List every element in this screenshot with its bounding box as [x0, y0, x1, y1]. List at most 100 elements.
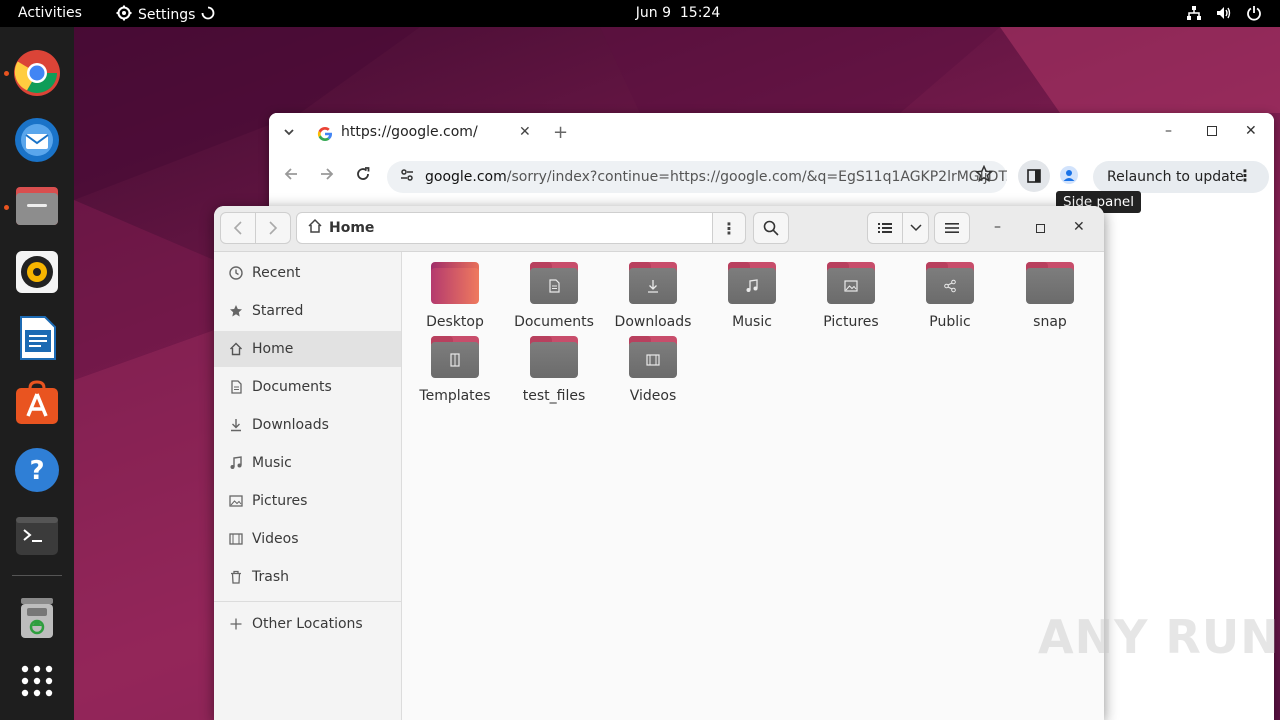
folder-music[interactable]: Music: [704, 262, 800, 332]
trash-icon: [21, 598, 53, 638]
system-tray[interactable]: [1186, 5, 1262, 25]
ubuntu-software-icon: [16, 380, 58, 424]
close-tab-icon[interactable]: ✕: [519, 124, 531, 140]
folder-label: Music: [732, 314, 772, 330]
snap-folder-icon: [1026, 262, 1074, 304]
folder-pictures[interactable]: Pictures: [803, 262, 899, 332]
terminal-launcher[interactable]: [13, 512, 61, 560]
writer-launcher[interactable]: [13, 314, 61, 362]
app-grid-icon: [21, 665, 53, 697]
files-icon: [16, 187, 58, 225]
sidebar-item-label: Downloads: [252, 417, 329, 433]
path-bar[interactable]: Home: [296, 212, 746, 244]
new-tab-icon[interactable]: +: [553, 122, 568, 143]
show-applications-button[interactable]: [13, 657, 61, 705]
sidebar-item-label: Music: [252, 455, 292, 471]
maximize-icon[interactable]: [1207, 126, 1217, 136]
relaunch-button[interactable]: Relaunch to update ⋮: [1093, 161, 1269, 193]
picture-icon: [228, 493, 244, 509]
folder-snap[interactable]: snap: [1002, 262, 1098, 332]
menu-kebab-icon[interactable]: ⋮: [1237, 166, 1253, 185]
view-options-button[interactable]: [902, 212, 929, 244]
sidebar-item-trash[interactable]: Trash: [214, 559, 401, 595]
sidebar-item-other-locations[interactable]: Other Locations: [214, 606, 401, 642]
running-indicator: [4, 71, 9, 76]
folder-public[interactable]: Public: [902, 262, 998, 332]
back-icon[interactable]: [283, 166, 299, 186]
sidebar-item-home[interactable]: Home: [214, 331, 401, 367]
trash-icon: [228, 569, 244, 585]
folder-downloads[interactable]: Downloads: [605, 262, 701, 332]
main-menu-button[interactable]: [934, 212, 970, 244]
minimize-icon[interactable]: –: [994, 219, 1001, 235]
search-button[interactable]: [753, 212, 789, 244]
sidebar-item-recent[interactable]: Recent: [214, 255, 401, 291]
videos-folder-icon: [629, 336, 677, 378]
music-folder-icon: [728, 262, 776, 304]
close-window-icon[interactable]: ✕: [1073, 219, 1085, 235]
sidebar-item-documents[interactable]: Documents: [214, 369, 401, 405]
browser-tab[interactable]: https://google.com/ ✕: [307, 119, 545, 149]
folder-label: test_files: [522, 388, 586, 404]
clock-date: Jun 9: [635, 5, 671, 21]
thunderbird-launcher[interactable]: [13, 115, 61, 163]
tab-search-icon[interactable]: [283, 126, 295, 142]
trash-launcher[interactable]: [13, 594, 61, 642]
close-window-icon[interactable]: ✕: [1245, 123, 1257, 139]
sidebar-item-starred[interactable]: Starred: [214, 293, 401, 329]
folder-videos[interactable]: Videos: [605, 336, 701, 406]
sidebar-item-pictures[interactable]: Pictures: [214, 483, 401, 519]
path-menu-button[interactable]: ⋮: [712, 212, 746, 244]
folder-label: Templates: [419, 388, 491, 404]
help-launcher[interactable]: ?: [13, 446, 61, 494]
top-bar: Activities Settings Jun 9 15:24: [0, 0, 1280, 27]
home-icon: [307, 218, 323, 238]
tab-title: https://google.com/: [341, 124, 478, 140]
sidebar-item-label: Home: [252, 341, 294, 357]
folder-templates[interactable]: Templates: [407, 336, 503, 406]
side-panel-button[interactable]: [1018, 160, 1050, 192]
files-launcher[interactable]: [13, 182, 61, 230]
google-favicon-icon: [317, 126, 333, 146]
forward-button[interactable]: [255, 212, 291, 244]
folder-documents[interactable]: Documents: [506, 262, 602, 332]
maximize-icon[interactable]: [1036, 224, 1045, 233]
test-files-folder-icon: [530, 336, 578, 378]
sidebar-divider: [214, 601, 401, 602]
profile-avatar-icon[interactable]: [1060, 166, 1078, 188]
bookmark-star-icon[interactable]: [974, 164, 994, 187]
chevron-right-icon: [269, 221, 278, 235]
chrome-launcher[interactable]: [13, 49, 61, 97]
dock-separator: [12, 575, 62, 576]
sidebar-item-downloads[interactable]: Downloads: [214, 407, 401, 443]
minimize-icon[interactable]: –: [1165, 123, 1172, 139]
sidebar-item-music[interactable]: Music: [214, 445, 401, 481]
reload-icon[interactable]: [355, 166, 371, 186]
public-folder-icon: [926, 262, 974, 304]
music-icon: [228, 455, 244, 471]
sidebar-item-label: Documents: [252, 379, 332, 395]
address-bar[interactable]: google.com /sorry/index?continue=https:/…: [387, 161, 1007, 193]
search-icon: [763, 220, 779, 236]
sidebar-item-label: Pictures: [252, 493, 308, 509]
clock[interactable]: Jun 9 15:24: [0, 5, 1280, 21]
folder-label: Downloads: [614, 314, 692, 330]
forward-icon[interactable]: [319, 166, 335, 186]
view-list-button[interactable]: [867, 212, 903, 244]
sidebar-item-videos[interactable]: Videos: [214, 521, 401, 557]
rhythmbox-launcher[interactable]: [13, 248, 61, 296]
software-launcher[interactable]: [13, 380, 61, 428]
star-icon: [228, 303, 244, 319]
folder-desktop[interactable]: Desktop: [407, 262, 503, 332]
back-button[interactable]: [220, 212, 256, 244]
templates-folder-icon: [431, 336, 479, 378]
path-home-label: Home: [329, 220, 375, 236]
folder-test-files[interactable]: test_files: [506, 336, 602, 406]
sidebar-item-label: Recent: [252, 265, 301, 281]
anyrun-watermark: ANY RUN: [1038, 610, 1280, 664]
places-sidebar: Recent Starred Home Documents Downloads …: [214, 252, 402, 720]
site-info-icon[interactable]: [399, 167, 415, 187]
url-host: google.com: [425, 169, 507, 185]
tab-strip: https://google.com/ ✕ + – ✕: [269, 113, 1274, 155]
thunderbird-icon: [15, 118, 59, 162]
